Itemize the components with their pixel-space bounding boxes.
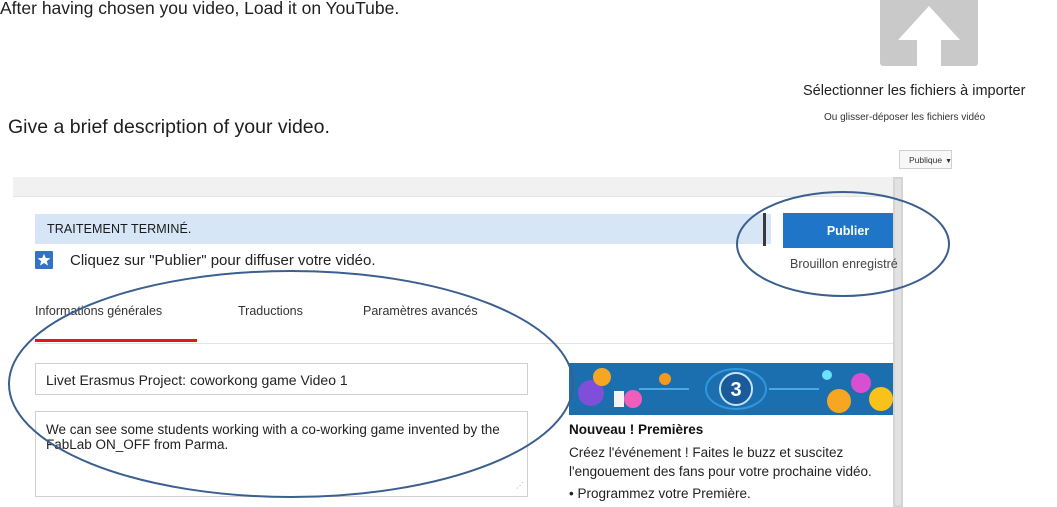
active-tab-indicator <box>35 339 197 342</box>
banner-divider <box>763 213 766 246</box>
select-files-link[interactable]: Sélectionner les fichiers à importer <box>803 83 1025 99</box>
draft-status: Brouillon enregistré <box>790 257 898 271</box>
studio-panel: TRAITEMENT TERMINÉ. Publier Brouillon en… <box>13 177 903 507</box>
star-icon <box>35 251 53 269</box>
studio-topbar <box>13 177 893 197</box>
promo-badge-number: 3 <box>730 379 741 401</box>
processing-banner: TRAITEMENT TERMINÉ. <box>35 214 771 244</box>
tab-divider <box>35 343 893 344</box>
drag-drop-hint: Ou glisser-déposer les fichiers vidéo <box>824 112 986 123</box>
instruction-load-video: After having chosen you video, Load it o… <box>0 0 400 18</box>
instruction-description: Give a brief description of your video. <box>8 116 330 138</box>
publish-label: Publier <box>826 223 870 238</box>
visibility-value: Publique <box>909 155 943 165</box>
resize-grip-icon[interactable]: ⋰ <box>516 478 524 493</box>
video-title-input[interactable]: Livet Erasmus Project: coworkong game Vi… <box>35 363 528 395</box>
processing-status: TRAITEMENT TERMINÉ. <box>47 222 192 236</box>
upload-button[interactable] <box>880 0 978 66</box>
upload-arrow-icon <box>898 6 960 66</box>
visibility-select[interactable]: Publique ▼ <box>899 150 952 169</box>
promo-bullet: • Programmez votre Première. <box>569 486 751 501</box>
video-description-input[interactable]: We can see some students working with a … <box>35 411 528 497</box>
publish-hint: Cliquez sur "Publier" pour diffuser votr… <box>70 252 376 269</box>
chevron-down-icon: ▼ <box>945 158 953 165</box>
promo-body: Créez l'événement ! Faites le buzz et su… <box>569 445 872 479</box>
description-text: We can see some students working with a … <box>46 422 500 452</box>
tab-general-info[interactable]: Informations générales <box>35 304 162 318</box>
promo-title: Nouveau ! Premières <box>569 422 704 437</box>
tab-advanced-settings[interactable]: Paramètres avancés <box>363 304 478 318</box>
publish-button[interactable]: Publier <box>783 213 893 248</box>
premieres-promo-image: 3 <box>569 363 893 415</box>
tab-translations[interactable]: Traductions <box>238 304 303 318</box>
